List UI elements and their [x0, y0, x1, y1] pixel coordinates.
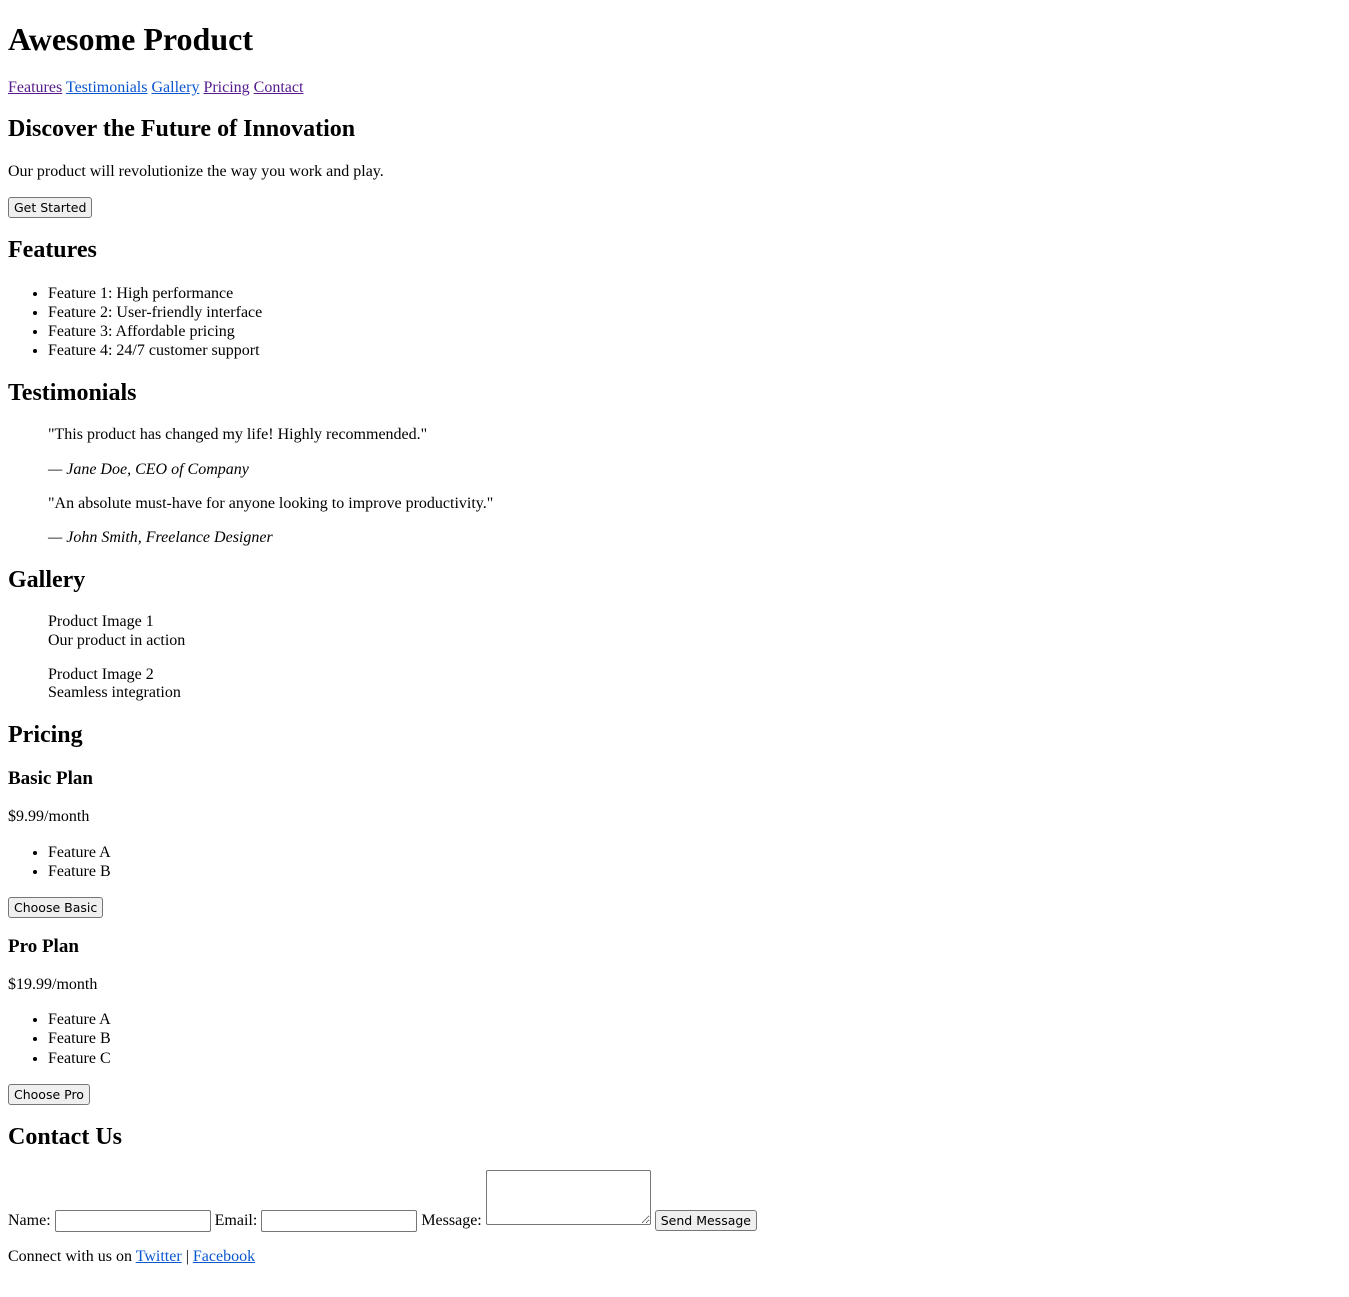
list-item: Feature A	[48, 1010, 1341, 1029]
gallery-item: Product Image 2 Seamless integration	[48, 666, 1301, 703]
plan-price: $9.99/month	[8, 808, 90, 826]
list-item: Feature 4: 24/7 customer support	[48, 341, 1341, 360]
twitter-link[interactable]: Twitter	[136, 1248, 182, 1265]
hero-text: Our product will revolutionize the way y…	[8, 162, 384, 180]
list-item: Feature B	[48, 862, 1341, 881]
list-item: Feature C	[48, 1049, 1341, 1068]
footer-separator: |	[181, 1247, 193, 1265]
testimonial: "An absolute must-have for anyone lookin…	[48, 495, 1301, 548]
contact-heading: Contact Us	[8, 1123, 122, 1150]
contact-section: Contact Us Name: Email: Message: Send Me…	[8, 1124, 1341, 1232]
message-field[interactable]	[485, 1170, 651, 1226]
footer-prefix: Connect with us on	[8, 1247, 136, 1265]
gallery-caption: Our product in action	[48, 631, 186, 649]
features-heading: Features	[8, 237, 97, 264]
list-item: Feature 3: Affordable pricing	[48, 322, 1341, 341]
testimonial: "This product has changed my life! Highl…	[48, 426, 1301, 479]
social-links: Connect with us on Twitter | Facebook	[8, 1248, 1341, 1266]
testimonials-heading: Testimonials	[8, 379, 137, 406]
features-section: Features Feature 1: High performance Fea…	[8, 237, 1341, 360]
plan-features-list: Feature A Feature B	[8, 843, 1341, 881]
testimonial-author: — Jane Doe, CEO of Company	[48, 460, 249, 478]
features-list: Feature 1: High performance Feature 2: U…	[8, 284, 1341, 361]
nav-link-testimonials[interactable]: Testimonials	[66, 79, 148, 96]
list-item: Feature 2: User-friendly interface	[48, 303, 1341, 322]
site-footer: Connect with us on Twitter | Facebook	[8, 1248, 1341, 1266]
email-label: Email:	[214, 1212, 258, 1230]
nav-link-pricing[interactable]: Pricing	[203, 79, 249, 96]
product-image-placeholder: Product Image 1	[48, 613, 154, 631]
choose-pro-button[interactable]: Choose Pro	[8, 1083, 90, 1105]
product-image-placeholder: Product Image 2	[48, 666, 154, 684]
gallery-item: Product Image 1 Our product in action	[48, 613, 1301, 650]
testimonials-section: Testimonials "This product has changed m…	[8, 380, 1341, 548]
hero-heading: Discover the Future of Innovation	[8, 116, 356, 143]
pricing-plan-basic: Basic Plan $9.99/month Feature A Feature…	[8, 768, 1341, 919]
gallery-heading: Gallery	[8, 566, 86, 593]
pricing-section: Pricing Basic Plan $9.99/month Feature A…	[8, 722, 1341, 1105]
list-item: Feature 1: High performance	[48, 284, 1341, 303]
message-label: Message:	[421, 1212, 482, 1230]
nav-link-gallery[interactable]: Gallery	[151, 79, 199, 96]
nav-link-features[interactable]: Features	[8, 79, 62, 96]
main-nav: Features Testimonials Gallery Pricing Co…	[8, 79, 1341, 97]
facebook-link[interactable]: Facebook	[193, 1248, 255, 1265]
page: Awesome Product Features Testimonials Ga…	[8, 21, 1341, 1266]
site-header: Awesome Product Features Testimonials Ga…	[8, 21, 1341, 97]
testimonial-author: — John Smith, Freelance Designer	[48, 529, 273, 547]
pricing-heading: Pricing	[8, 721, 83, 748]
list-item: Feature B	[48, 1029, 1341, 1048]
plan-price: $19.99/month	[8, 975, 98, 993]
name-label: Name:	[8, 1212, 51, 1230]
plan-name: Basic Plan	[8, 768, 93, 790]
site-title: Awesome Product	[8, 21, 253, 57]
plan-name: Pro Plan	[8, 936, 79, 958]
choose-basic-button[interactable]: Choose Basic	[8, 897, 104, 919]
list-item: Feature A	[48, 843, 1341, 862]
pricing-plan-pro: Pro Plan $19.99/month Feature A Feature …	[8, 936, 1341, 1105]
testimonial-quote: "This product has changed my life! Highl…	[48, 426, 428, 444]
testimonial-quote: "An absolute must-have for anyone lookin…	[48, 494, 494, 512]
get-started-button[interactable]: Get Started	[8, 197, 93, 219]
gallery-section: Gallery Product Image 1 Our product in a…	[8, 567, 1341, 703]
contact-form: Name: Email: Message: Send Message	[8, 1170, 1341, 1232]
email-field[interactable]	[261, 1209, 418, 1232]
send-message-button[interactable]: Send Message	[654, 1210, 757, 1232]
nav-link-contact[interactable]: Contact	[254, 79, 304, 96]
gallery-caption: Seamless integration	[48, 684, 181, 702]
hero-section: Discover the Future of Innovation Our pr…	[8, 116, 1341, 219]
plan-features-list: Feature A Feature B Feature C	[8, 1010, 1341, 1068]
name-field[interactable]	[54, 1209, 211, 1232]
